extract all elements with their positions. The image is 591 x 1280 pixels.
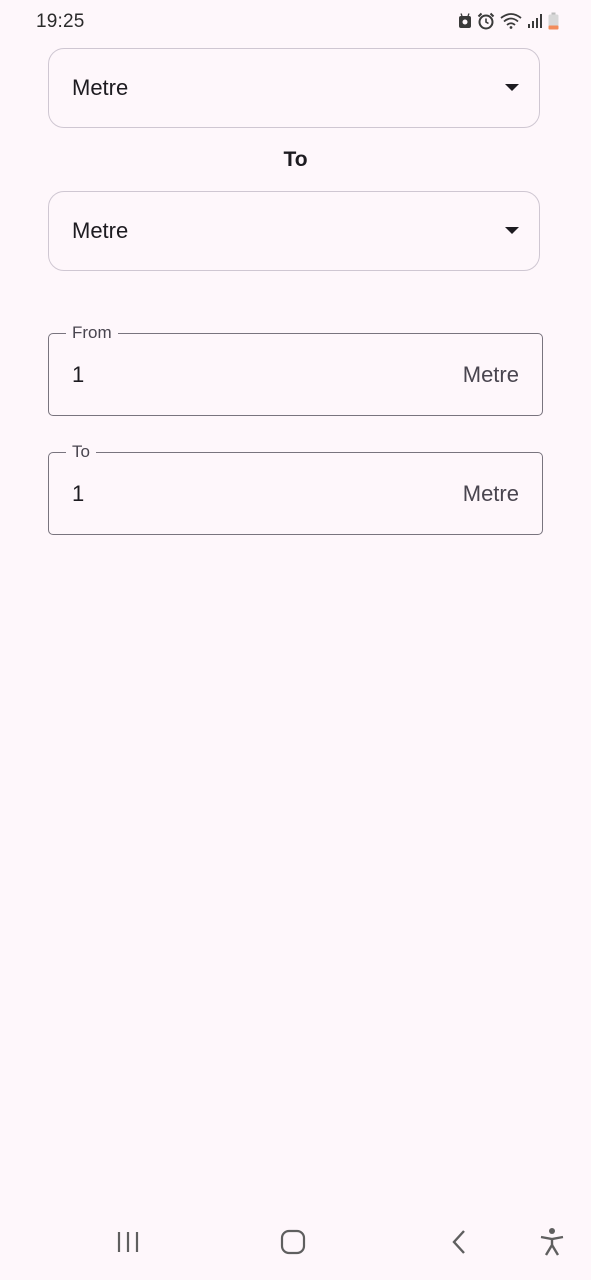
recents-icon <box>116 1231 140 1258</box>
android-notification-icon <box>458 13 472 29</box>
to-unit-select[interactable]: Metre <box>48 191 540 271</box>
status-bar: 19:25 <box>0 0 591 44</box>
alarm-icon <box>477 12 495 30</box>
status-time: 19:25 <box>36 11 85 32</box>
signal-icon <box>527 13 543 29</box>
system-nav-bar <box>0 1210 591 1280</box>
wifi-icon <box>500 13 522 29</box>
to-field-label: To <box>66 442 96 462</box>
accessibility-icon <box>539 1227 565 1262</box>
to-field[interactable]: To 1 Metre <box>48 442 543 535</box>
from-unit-select[interactable]: Metre <box>48 48 540 128</box>
back-icon <box>451 1229 467 1260</box>
dropdown-arrow-icon <box>505 84 519 91</box>
from-field-suffix: Metre <box>462 361 519 387</box>
dropdown-arrow-icon <box>505 227 519 234</box>
to-unit-select-value: Metre <box>72 218 129 243</box>
from-field[interactable]: From 1 Metre <box>48 323 543 416</box>
from-field-label: From <box>66 323 118 343</box>
back-button[interactable] <box>437 1224 481 1264</box>
status-icons <box>458 12 559 30</box>
home-icon <box>280 1229 306 1260</box>
to-heading: To <box>283 148 308 171</box>
recents-button[interactable] <box>106 1224 150 1264</box>
from-field-value[interactable]: 1 <box>72 362 84 388</box>
accessibility-button[interactable] <box>530 1224 574 1264</box>
to-field-suffix: Metre <box>462 480 519 506</box>
battery-icon <box>548 12 559 30</box>
home-button[interactable] <box>271 1224 315 1264</box>
from-unit-select-value: Metre <box>72 75 129 100</box>
to-field-value[interactable]: 1 <box>72 481 84 507</box>
